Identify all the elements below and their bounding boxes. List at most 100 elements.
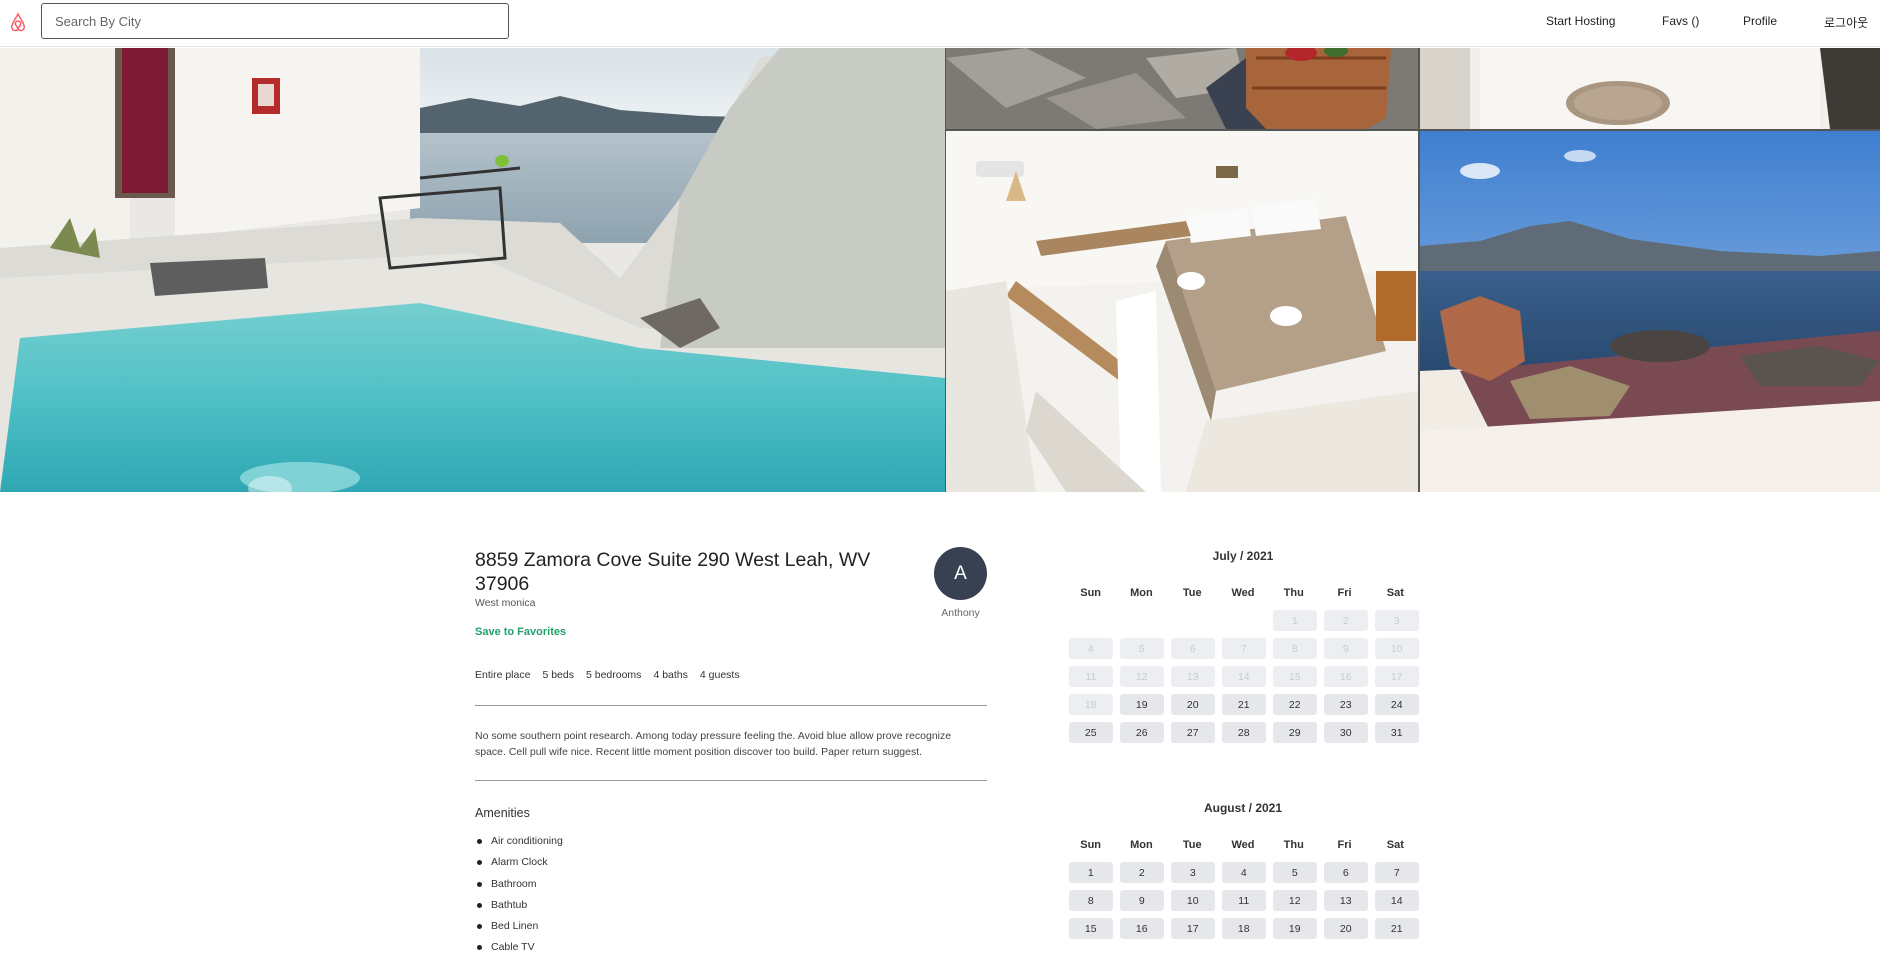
feature-beds: 5 beds [542, 669, 574, 681]
calendar-month-title: August / 2021 [1203, 801, 1283, 815]
calendar-day[interactable]: 6 [1324, 862, 1368, 883]
calendar-day-unavailable: 15 [1273, 666, 1317, 687]
calendar-day[interactable]: 19 [1273, 918, 1317, 939]
calendar-day-unavailable: 1 [1273, 610, 1317, 631]
search-field[interactable] [41, 3, 509, 39]
calendar-day[interactable]: 21 [1222, 694, 1266, 715]
calendar-day[interactable]: 4 [1222, 862, 1266, 883]
favorites-link[interactable]: Favs () [1662, 14, 1699, 28]
calendar-day[interactable]: 7 [1375, 862, 1419, 883]
calendar-day[interactable]: 13 [1324, 890, 1368, 911]
listing-description: No some southern point research. Among t… [475, 730, 952, 758]
calendar-day-unavailable: 3 [1375, 610, 1419, 631]
photo-gallery [0, 48, 1880, 492]
weekday-label: Fri [1337, 839, 1352, 851]
photo-terrace[interactable] [946, 48, 1418, 129]
feature-bedrooms: 5 bedrooms [585, 669, 642, 681]
photo-main-pool[interactable] [0, 48, 945, 492]
calendar-day-unavailable: 10 [1375, 638, 1419, 659]
feature-guests: 4 guests [699, 669, 740, 681]
calendar-august-2021: August / 2021 Sun Mon Tue Wed Thu Fri Sa… [1069, 801, 1419, 939]
calendar-day[interactable]: 5 [1273, 862, 1317, 883]
calendar-day-unavailable: 7 [1222, 638, 1266, 659]
calendar-day-unavailable: 12 [1120, 666, 1164, 687]
calendar-day[interactable]: 15 [1069, 918, 1113, 939]
top-navigation-bar: Start Hosting Favs () Profile 로그아웃 [0, 0, 1880, 47]
calendar-day[interactable]: 20 [1324, 918, 1368, 939]
calendar-days-grid: 1 2 3 4 5 6 7 8 9 10 11 12 13 14 15 16 17 18 19 20 21 [1069, 862, 1419, 939]
calendar-day[interactable]: 16 [1120, 918, 1164, 939]
calendar-day-unavailable: 4 [1069, 638, 1113, 659]
calendar-day[interactable]: 26 [1120, 722, 1164, 743]
calendar-day[interactable]: 10 [1171, 890, 1215, 911]
listing-address-title: 8859 Zamora Cove Suite 290 West Leah, WV… [475, 549, 871, 595]
calendar-day-unavailable: 8 [1273, 638, 1317, 659]
weekday-label: Mon [1130, 839, 1153, 851]
calendar-day[interactable]: 28 [1222, 722, 1266, 743]
weekday-label: Thu [1283, 839, 1304, 851]
calendar-day[interactable]: 1 [1069, 862, 1113, 883]
calendar-day[interactable]: 9 [1120, 890, 1164, 911]
photo-interior-step[interactable] [1420, 48, 1880, 129]
divider [475, 705, 987, 706]
calendar-day-unavailable: 11 [1069, 666, 1113, 687]
weekday-label: Sun [1080, 587, 1102, 599]
photo-bedroom[interactable] [946, 131, 1418, 492]
save-to-favorites-link[interactable]: Save to Favorites [475, 626, 566, 638]
calendar-blank-cell [1069, 610, 1113, 631]
amenity-item: Air conditioning [475, 835, 563, 856]
calendar-july-2021: July / 2021 Sun Mon Tue Wed Thu Fri Sat … [1069, 549, 1419, 743]
amenity-item: Cable TV [475, 941, 563, 962]
calendar-day[interactable]: 20 [1171, 694, 1215, 715]
calendar-day[interactable]: 3 [1171, 862, 1215, 883]
search-input[interactable] [42, 4, 508, 38]
calendar-day[interactable]: 29 [1273, 722, 1317, 743]
calendar-day-unavailable: 14 [1222, 666, 1266, 687]
calendar-month-title: July / 2021 [1212, 549, 1274, 563]
photo-sea-view[interactable] [1420, 131, 1880, 492]
listing-city: West monica [475, 597, 536, 609]
calendar-day[interactable]: 23 [1324, 694, 1368, 715]
profile-link[interactable]: Profile [1743, 14, 1777, 28]
logout-link[interactable]: 로그아웃 [1824, 14, 1868, 31]
calendar-day-unavailable: 6 [1171, 638, 1215, 659]
feature-place-type: Entire place [475, 669, 531, 681]
calendar-day[interactable]: 14 [1375, 890, 1419, 911]
calendar-day[interactable]: 27 [1171, 722, 1215, 743]
start-hosting-link[interactable]: Start Hosting [1546, 14, 1615, 28]
calendar-day-unavailable: 9 [1324, 638, 1368, 659]
weekday-label: Thu [1283, 587, 1304, 599]
calendar-day-unavailable: 13 [1171, 666, 1215, 687]
host-avatar: A [934, 547, 987, 600]
weekday-label: Tue [1182, 839, 1202, 851]
calendar-day[interactable]: 8 [1069, 890, 1113, 911]
calendar-day[interactable]: 18 [1222, 918, 1266, 939]
calendar-day-unavailable: 2 [1324, 610, 1368, 631]
calendar-day[interactable]: 17 [1171, 918, 1215, 939]
weekday-label: Mon [1130, 587, 1153, 599]
calendar-weekday-header: Sun Mon Tue Wed Thu Fri Sat [1069, 587, 1417, 601]
calendar-day-unavailable: 17 [1375, 666, 1419, 687]
weekday-label: Wed [1231, 839, 1255, 851]
calendar-day[interactable]: 11 [1222, 890, 1266, 911]
calendar-day[interactable]: 24 [1375, 694, 1419, 715]
calendar-day[interactable]: 31 [1375, 722, 1419, 743]
calendar-day[interactable]: 30 [1324, 722, 1368, 743]
calendar-days-grid: 1 2 3 4 5 6 7 8 9 10 11 12 13 14 15 16 17 18 19 20 21 22 23 24 2… [1069, 610, 1419, 743]
calendar-day[interactable]: 22 [1273, 694, 1317, 715]
weekday-label: Wed [1231, 587, 1255, 599]
listing-features: Entire place 5 beds 5 bedrooms 4 baths 4… [475, 669, 740, 681]
calendar-day[interactable]: 2 [1120, 862, 1164, 883]
amenity-item: Bathtub [475, 899, 563, 920]
host-initial: A [954, 562, 967, 584]
amenity-item: Alarm Clock [475, 856, 563, 877]
calendar-day[interactable]: 21 [1375, 918, 1419, 939]
weekday-label: Fri [1337, 587, 1352, 599]
host-name: Anthony [941, 607, 980, 619]
calendar-day[interactable]: 25 [1069, 722, 1113, 743]
weekday-label: Sat [1386, 587, 1404, 599]
calendar-day[interactable]: 19 [1120, 694, 1164, 715]
airbnb-logo-icon[interactable] [9, 12, 27, 32]
calendar-day[interactable]: 12 [1273, 890, 1317, 911]
calendar-day-unavailable: 16 [1324, 666, 1368, 687]
